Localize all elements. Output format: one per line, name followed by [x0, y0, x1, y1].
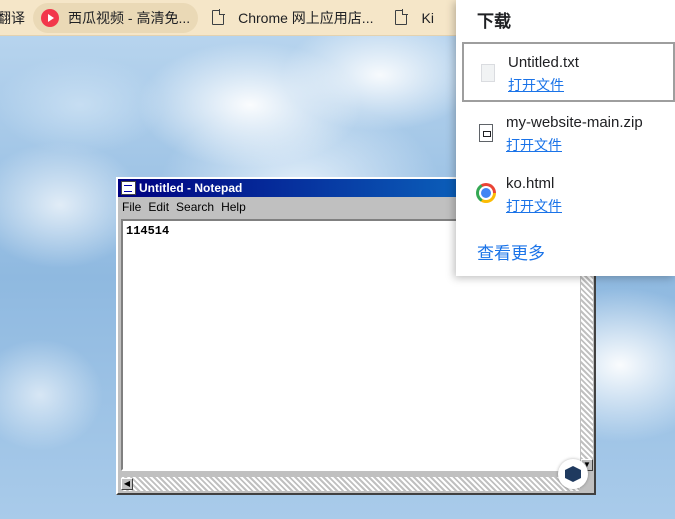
bookmark-label: Ki — [421, 9, 434, 26]
scroll-left-button[interactable]: ◀ — [121, 478, 133, 490]
xigua-play-icon — [41, 8, 59, 27]
open-file-link[interactable]: 打开文件 — [506, 135, 562, 155]
horizontal-scrollbar[interactable]: ◀ — [121, 477, 580, 491]
menu-search[interactable]: Search — [176, 200, 214, 214]
bookmark-translate[interactable]: 翻译 — [0, 3, 33, 33]
hexagon-icon — [565, 466, 581, 482]
extension-badge-icon[interactable] — [558, 459, 588, 489]
bookmark-ki[interactable]: Ki — [387, 3, 441, 33]
bookmark-label: 翻译 — [0, 9, 25, 26]
page-icon — [212, 9, 226, 25]
menu-file[interactable]: File — [122, 200, 141, 214]
downloads-panel: 下载 Untitled.txt 打开文件 my-website-main.zip… — [456, 0, 675, 276]
zip-icon — [479, 124, 493, 142]
notepad-icon — [121, 181, 136, 195]
bookmark-xigua[interactable]: 西瓜视频 - 高清免... — [33, 2, 199, 33]
bookmark-chrome-store[interactable]: Chrome 网上应用店... — [204, 3, 381, 33]
bookmark-label: 西瓜视频 - 高清免... — [68, 9, 191, 26]
downloads-title: 下载 — [477, 12, 511, 31]
download-item[interactable]: Untitled.txt 打开文件 — [462, 42, 675, 102]
download-filename: ko.html — [506, 175, 555, 192]
open-file-link[interactable]: 打开文件 — [506, 196, 562, 216]
bookmark-label: Chrome 网上应用店... — [238, 9, 374, 26]
chrome-icon — [476, 183, 496, 203]
notepad-title: Untitled - Notepad — [139, 181, 243, 195]
download-filename: my-website-main.zip — [506, 114, 643, 131]
download-item[interactable]: my-website-main.zip 打开文件 — [462, 104, 675, 164]
notepad-content: 114514 — [126, 224, 170, 238]
file-icon — [481, 64, 495, 82]
download-filename: Untitled.txt — [508, 54, 579, 71]
menu-help[interactable]: Help — [221, 200, 246, 214]
menu-edit[interactable]: Edit — [148, 200, 169, 214]
show-more-link[interactable]: 查看更多 — [477, 239, 545, 264]
open-file-link[interactable]: 打开文件 — [508, 75, 564, 95]
download-item[interactable]: ko.html 打开文件 — [462, 165, 675, 225]
page-icon — [395, 9, 409, 25]
